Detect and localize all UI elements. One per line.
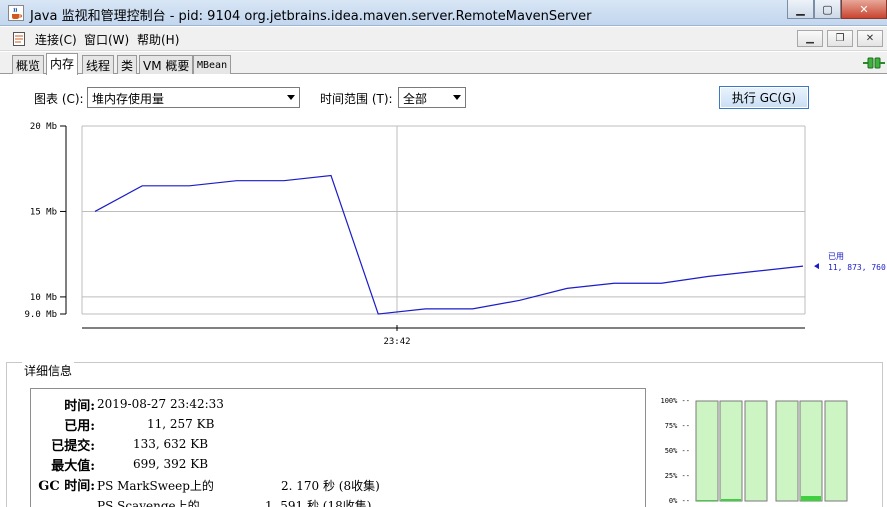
pool-bar (775, 400, 799, 502)
tab-bar: 概览 内存 线程 类 VM 概要 MBean (0, 52, 887, 75)
pool-tick-label: 50% -- (665, 447, 690, 455)
tab-memory[interactable]: 内存 (46, 53, 79, 75)
inner-close-button[interactable]: ✕ (857, 30, 883, 47)
maximize-button[interactable]: ▢ (814, 0, 841, 19)
minimize-button[interactable]: ▁ (787, 0, 814, 19)
connection-status-icon (863, 57, 885, 69)
pool-bar (695, 400, 719, 502)
pool-tick-label: 75% -- (665, 422, 690, 430)
java-cup-icon (8, 5, 24, 21)
menu-window[interactable]: 窗口(W) (84, 31, 129, 48)
tab-mbean-label: MBean (197, 60, 228, 71)
memory-panel: 图表 (C): 堆内存使用量 时间范围 (T): 全部 执行 GC(G) 20 … (0, 75, 887, 507)
menu-help[interactable]: 帮助(H) (137, 31, 179, 48)
tab-vm-summary-label: VM 概要 (143, 59, 190, 73)
heap-memory-chart: 20 Mb 15 Mb 10 Mb 9.0 Mb 23:42 已用 11, 873, 760 (24, 122, 886, 347)
menu-bar: 连接(C) 窗口(W) 帮助(H) ▁ ❐ ✕ (0, 27, 887, 51)
detail-key-committed: 已提交: (51, 439, 95, 454)
detail-value-time: 2019-08-27 23:42:33 (97, 397, 224, 411)
detail-key-time: 时间: (64, 399, 95, 414)
window-title: Java 监视和管理控制台 - pid: 9104 org.jetbrains.… (30, 9, 592, 24)
pool-tick-label: 25% -- (665, 472, 690, 480)
x-tick-label: 23:42 (383, 337, 410, 347)
detail-key-used: 已用: (64, 419, 95, 434)
chart-select[interactable]: 堆内存使用量 (87, 87, 300, 108)
chevron-down-icon (287, 95, 295, 100)
range-label: 时间范围 (T): (320, 92, 393, 106)
detail-value-used: 11, 257 KB (147, 417, 215, 431)
y-tick-label: 20 Mb (30, 122, 57, 132)
chart-label: 图表 (C): (34, 92, 84, 106)
close-button[interactable]: ✕ (841, 0, 887, 19)
memory-pool-bars: 100% -- 75% -- 50% -- 25% -- 0% -- (660, 397, 848, 505)
y-tick-label: 9.0 Mb (24, 310, 57, 320)
title-bar: Java 监视和管理控制台 - pid: 9104 org.jetbrains.… (0, 0, 887, 26)
range-select[interactable]: 全部 (398, 87, 466, 108)
inner-minimize-button[interactable]: ▁ (797, 30, 823, 47)
pool-tick-label: 100% -- (660, 397, 690, 405)
tab-classes[interactable]: 类 (117, 55, 138, 74)
detail-gc-marksweep-time: 2. 170 秒 (8收集) (281, 479, 380, 493)
details-title: 详细信息 (22, 362, 75, 379)
pool-bar (744, 400, 768, 502)
tab-vm-summary[interactable]: VM 概要 (139, 55, 194, 74)
menu-connect[interactable]: 连接(C) (35, 31, 77, 48)
pool-bar (719, 400, 743, 502)
detail-value-committed: 133, 632 KB (133, 437, 209, 451)
plot-area (82, 126, 805, 314)
pool-bar-used (721, 499, 741, 501)
pool-bar (799, 400, 823, 502)
document-icon (13, 32, 25, 46)
details-box: 时间: 已用: 已提交: 最大值: GC 时间: 2019-08-27 23:4… (30, 388, 646, 507)
chart-select-value: 堆内存使用量 (92, 92, 165, 106)
perform-gc-button[interactable]: 执行 GC(G) (719, 86, 809, 109)
detail-gc-scavenge: PS Scavenge上的 (97, 499, 200, 507)
inner-restore-button[interactable]: ❐ (827, 30, 853, 47)
current-series-name: 已用 (828, 252, 844, 261)
detail-value-max: 699, 392 KB (133, 457, 209, 471)
pool-tick-label: 0% -- (669, 497, 690, 505)
detail-gc-scavenge-time: 1. 591 秒 (18收集) (265, 499, 372, 507)
pool-bar (824, 400, 848, 502)
current-series-value: 11, 873, 760 (828, 263, 886, 272)
pool-bar-used (801, 496, 821, 501)
pool-bar-used (697, 500, 717, 501)
y-tick-label: 15 Mb (30, 207, 57, 217)
detail-key-gc-time: GC 时间: (38, 479, 95, 494)
y-tick-label: 10 Mb (30, 293, 57, 303)
chevron-down-icon (453, 95, 461, 100)
gc-button-label: 执行 GC(G) (731, 91, 797, 105)
tab-threads[interactable]: 线程 (82, 55, 115, 74)
tab-mbean[interactable]: MBean (193, 55, 232, 74)
current-value-marker (814, 263, 819, 270)
detail-key-max: 最大值: (51, 459, 95, 474)
range-select-value: 全部 (403, 92, 428, 106)
detail-gc-marksweep: PS MarkSweep上的 (97, 479, 214, 493)
tab-overview[interactable]: 概览 (12, 55, 45, 74)
